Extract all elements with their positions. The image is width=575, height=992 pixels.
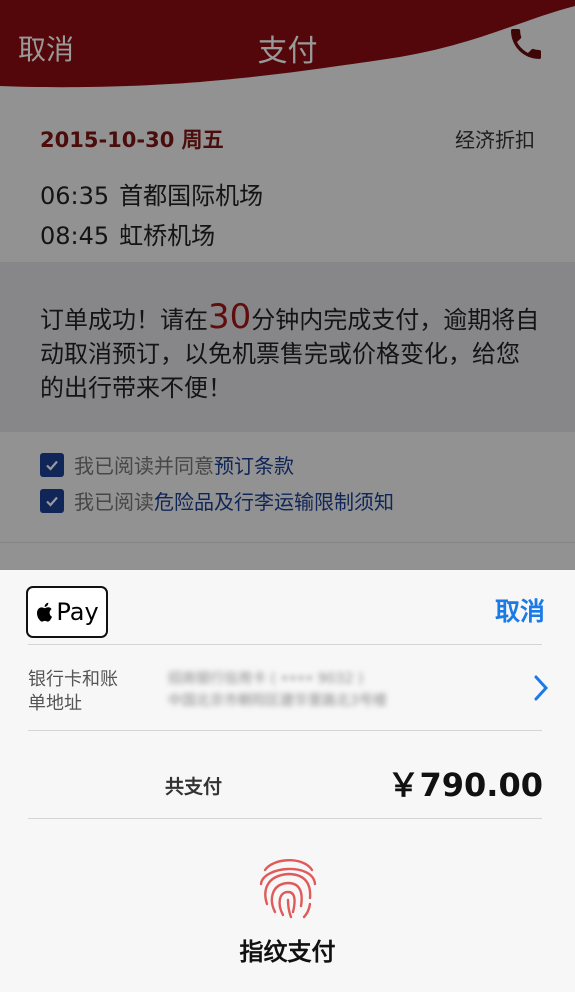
total-label: 共支付 [165, 776, 223, 798]
app-screen: 取消 支付 2015-10-30 周五 经济折扣 06:35 首都国际机场 08:… [0, 0, 575, 992]
fingerprint-icon[interactable] [255, 852, 321, 920]
apple-pay-sheet: Pay 取消 银行卡和账单地址 招商银行信用卡 ( •••• 9032 ) 中国… [0, 570, 575, 992]
apple-pay-badge: Pay [26, 586, 108, 638]
modal-dim-overlay[interactable] [0, 0, 575, 570]
card-details[interactable]: 招商银行信用卡 ( •••• 9032 ) 中国北京市朝阳区建华里路北3号楼 [168, 668, 498, 712]
divider [28, 730, 542, 731]
total-amount: ￥790.00 [387, 766, 544, 804]
apple-pay-label: Pay [56, 598, 99, 626]
chevron-right-icon[interactable] [533, 674, 549, 702]
billing-address-blurred: 中国北京市朝阳区建华里路北3号楼 [168, 693, 387, 709]
card-number-blurred: 招商银行信用卡 ( •••• 9032 ) [168, 671, 364, 687]
card-address-label: 银行卡和账单地址 [28, 669, 118, 714]
divider [28, 818, 542, 819]
divider [28, 644, 542, 645]
sheet-cancel-button[interactable]: 取消 [495, 592, 545, 628]
touch-id-label: 指纹支付 [239, 938, 336, 966]
apple-logo-icon [37, 602, 53, 622]
